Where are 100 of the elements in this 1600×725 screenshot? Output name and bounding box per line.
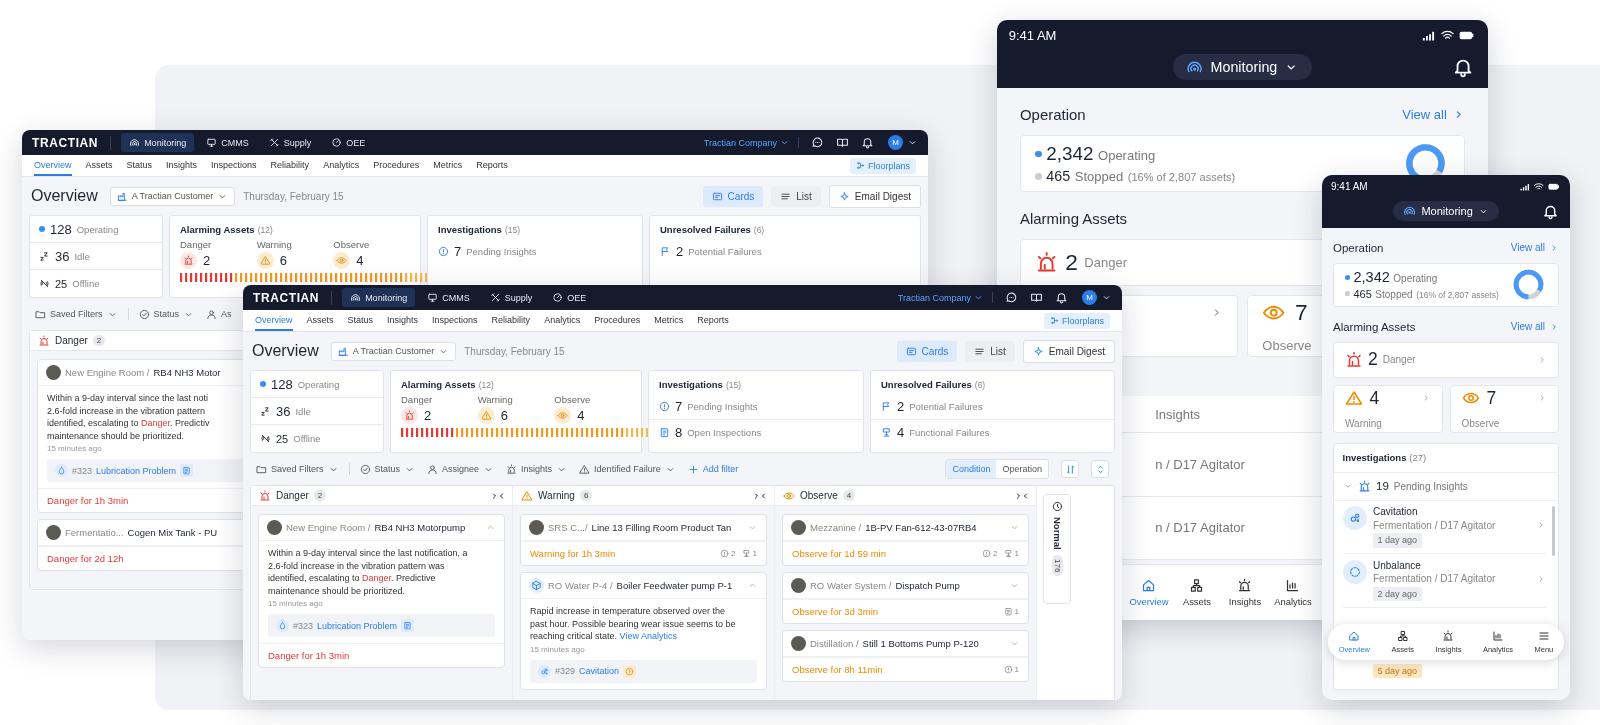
stat-value: 2: [1065, 249, 1078, 277]
location-label: SRS C.../: [548, 522, 588, 533]
count-badge: 176: [1051, 554, 1063, 577]
stat-label: Warning: [1345, 418, 1382, 430]
count-label: (27): [1409, 452, 1427, 464]
count-label: (6): [753, 225, 765, 235]
location-label: Distillation /: [810, 638, 859, 649]
issue-number: #323: [293, 620, 314, 631]
column-title: Normal: [1051, 517, 1063, 550]
asset-name: Line 13 Filling Room Product Tan: [591, 522, 732, 533]
stat-label: Danger: [1382, 354, 1416, 365]
asset-name: Still 1 Bottoms Pump P-120: [862, 638, 979, 649]
column-title: Danger: [55, 335, 88, 346]
stat-label: Idle: [74, 250, 90, 262]
stat-label: Operating: [297, 378, 340, 390]
page-title: Overview: [31, 187, 98, 205]
stat-label: Danger: [1084, 255, 1127, 271]
timestamp: 15 minutes ago: [530, 644, 586, 654]
location-label: Mezzanine /: [810, 522, 862, 533]
count-label: (6): [974, 380, 986, 390]
stat-label: Idle: [295, 405, 311, 417]
stat-value: 2: [203, 253, 211, 268]
duration-label: Danger for 1h 3min: [47, 495, 129, 506]
count-value: 1: [752, 549, 757, 558]
stat-value: 4: [1369, 387, 1381, 409]
stat-label: Pending Insights: [1393, 480, 1468, 492]
stat-value: 4: [577, 408, 585, 423]
stat-value: 7: [675, 399, 683, 414]
stat-value: 25: [276, 432, 289, 445]
stat-value: 128: [271, 376, 293, 392]
stat-value: 7: [1486, 387, 1498, 409]
list-item-text: n / D17 Agitator: [1155, 456, 1245, 472]
count-badge: 4: [842, 490, 856, 501]
stat-value: 7: [1294, 299, 1309, 327]
stat-value: 36: [276, 403, 291, 419]
level-label: Warning: [256, 239, 293, 250]
stat-value: 465: [1353, 287, 1372, 300]
date-label: Thursday, February 15: [243, 190, 344, 202]
duration-label: Danger for 2d 12h: [47, 553, 124, 564]
asset-name: RB4 NH3 Motor: [153, 367, 221, 378]
count-badge: 2: [92, 335, 106, 346]
column-title: Observe: [800, 490, 838, 501]
location-label: RO Water System /: [810, 580, 892, 591]
stat-value: 2: [897, 399, 905, 414]
section-title: Operation: [1020, 106, 1086, 124]
page-title: Overview: [252, 342, 319, 360]
stat-label: Operating: [1098, 148, 1156, 164]
section-title: Operation: [1333, 241, 1384, 254]
stat-value: 2: [1368, 349, 1378, 370]
stat-value: 4: [356, 253, 364, 268]
stat-value: 128: [50, 221, 72, 237]
count-label: (12): [257, 225, 273, 235]
section-title: Alarming Assets: [1333, 320, 1416, 333]
count-label: (12): [478, 380, 494, 390]
insight-title: Cavitation: [1373, 506, 1419, 518]
asset-name: Dispatch Pump: [895, 580, 960, 591]
location-label: New Engine Room /: [286, 522, 371, 533]
age-badge: 2 day ago: [1373, 586, 1422, 602]
column-title: Warning: [538, 490, 575, 501]
stat-label: Observe: [1262, 338, 1312, 354]
section-title: Alarming Assets: [1020, 210, 1128, 228]
count-value: 1: [1014, 607, 1019, 616]
stat-label: Potential Failures: [909, 401, 983, 412]
stat-note: (16% of 2,807 assets): [1416, 289, 1499, 300]
duration-label: Observe for 3d 3min: [792, 606, 879, 617]
asset-name: 1B-PV Fan-612-43-07RB4: [865, 522, 977, 533]
card-title: Investigations: [438, 224, 502, 235]
stat-value: 2,342: [1353, 269, 1390, 286]
asset-name: RB4 NH3 Motorpump: [374, 522, 466, 533]
stat-label: Stopped: [1375, 288, 1413, 300]
stat-label: Stopped: [1074, 169, 1124, 185]
alert-description: Within a 9-day interval since the last noti 2.6-fold increase in the vibration pattern identified, escalating to Danger. Predictiv maintenance should be prioritized.: [47, 392, 210, 442]
stat-value: 2: [424, 408, 432, 423]
issue-number: #323: [72, 465, 93, 476]
count-badge: 2: [313, 490, 327, 501]
list-item-text: Insights: [1155, 406, 1200, 422]
count-value: 2: [731, 549, 736, 558]
level-label: Observe: [333, 239, 371, 250]
stat-label: Operating: [76, 223, 119, 235]
asset-name: Cogen Mix Tank - PU: [127, 527, 218, 538]
count-label: (15): [504, 225, 520, 235]
level-label: Observe: [554, 394, 592, 405]
asset-path: Fermentation / D17 Agitator: [1373, 519, 1497, 531]
card-title: Alarming Assets: [180, 224, 255, 235]
age-badge: 1 day ago: [1373, 533, 1422, 548]
card-title: Unresolved Failures: [881, 379, 972, 390]
count-value: 1: [1014, 549, 1019, 558]
duration-label: Observe for 1d 59 min: [792, 548, 886, 559]
location-label: Fermentatio...: [65, 527, 124, 538]
timestamp: 15 minutes ago: [268, 599, 324, 608]
status-time: 9:41 AM: [1331, 181, 1368, 193]
stat-value: 7: [454, 244, 462, 259]
count-badge: 6: [579, 490, 593, 501]
stat-value: 2: [676, 244, 684, 259]
count-label: (15): [725, 380, 741, 390]
asset-path: Fermentation / D17 Agitator: [1373, 573, 1497, 585]
stat-value: 4: [897, 424, 905, 440]
stat-label: Operating: [1393, 273, 1438, 285]
stat-value: 465: [1046, 168, 1071, 185]
duration-label: Danger for 1h 3min: [268, 650, 350, 661]
